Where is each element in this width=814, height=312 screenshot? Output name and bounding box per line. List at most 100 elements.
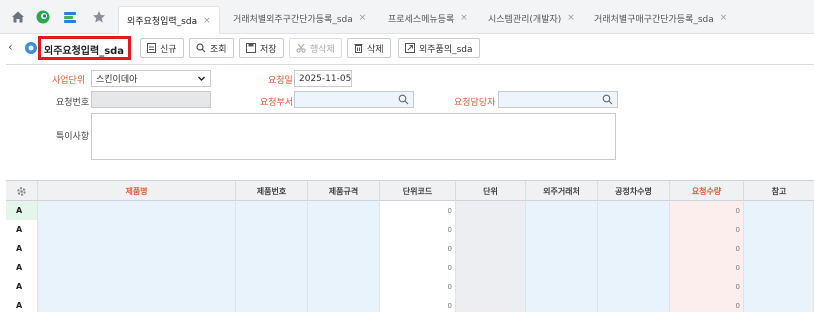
table-row[interactable]: A 0 0	[6, 239, 814, 258]
table-cell[interactable]: 0	[670, 258, 744, 277]
column-header[interactable]: 참고	[744, 181, 814, 201]
search-button[interactable]: 조회	[189, 38, 234, 58]
table-cell[interactable]	[38, 277, 236, 296]
new-button[interactable]: 신규	[140, 38, 184, 58]
table-cell[interactable]	[526, 277, 598, 296]
requester-input[interactable]	[498, 91, 618, 108]
table-cell[interactable]: 0	[670, 277, 744, 296]
table-cell[interactable]	[598, 258, 670, 277]
table-cell[interactable]	[744, 296, 814, 312]
table-cell[interactable]	[456, 296, 526, 312]
table-cell[interactable]	[236, 239, 308, 258]
table-cell[interactable]: 0	[670, 201, 744, 220]
table-cell[interactable]	[456, 239, 526, 258]
table-cell[interactable]	[526, 201, 598, 220]
search-icon[interactable]	[398, 94, 409, 105]
home-icon[interactable]	[10, 9, 26, 25]
grid-settings-button[interactable]	[6, 181, 38, 201]
table-cell[interactable]: 0	[380, 239, 456, 258]
column-header[interactable]: 제품번호	[236, 181, 308, 201]
tab-outsourcing-request[interactable]: 외주요청입력_sda ×	[118, 6, 220, 34]
table-cell[interactable]	[598, 277, 670, 296]
tab-vendor-purchase-price[interactable]: 거래처별구매구간단가등록_sda ×	[586, 7, 735, 29]
table-cell[interactable]	[598, 239, 670, 258]
table-cell[interactable]: 0	[670, 239, 744, 258]
request-date-input[interactable]: 2025-11-05	[294, 70, 352, 87]
table-cell[interactable]	[744, 201, 814, 220]
tab-system-admin[interactable]: 시스템관리(개발자) ×	[480, 7, 583, 29]
close-icon[interactable]: ×	[359, 13, 367, 23]
table-cell[interactable]	[526, 258, 598, 277]
table-cell[interactable]	[598, 220, 670, 239]
table-row[interactable]: A 0 0	[6, 277, 814, 296]
table-cell[interactable]	[308, 201, 380, 220]
row-status-marker[interactable]: A	[6, 277, 38, 296]
business-unit-select[interactable]: 스킨이데아	[91, 70, 211, 87]
column-header[interactable]: 외주거래처	[526, 181, 598, 201]
table-cell[interactable]	[456, 220, 526, 239]
table-row[interactable]: A 0 0	[6, 258, 814, 277]
table-cell[interactable]	[236, 258, 308, 277]
row-status-marker[interactable]: A	[6, 258, 38, 277]
row-status-marker[interactable]: A	[6, 201, 38, 220]
table-cell[interactable]: 0	[380, 258, 456, 277]
table-cell[interactable]	[38, 296, 236, 312]
tab-vendor-outsource-price[interactable]: 거래처별외주구간단가등록_sda ×	[225, 7, 374, 29]
close-icon[interactable]: ×	[720, 13, 728, 23]
table-cell[interactable]: 0	[670, 296, 744, 312]
table-cell[interactable]	[744, 220, 814, 239]
table-cell[interactable]	[598, 201, 670, 220]
back-chevron-icon[interactable]: ‹	[8, 40, 13, 54]
close-icon[interactable]: ×	[203, 16, 211, 26]
close-icon[interactable]: ×	[567, 13, 575, 23]
table-cell[interactable]	[456, 201, 526, 220]
table-cell[interactable]	[308, 220, 380, 239]
column-header[interactable]: 제품규격	[308, 181, 380, 201]
table-cell[interactable]	[38, 258, 236, 277]
table-cell[interactable]	[308, 258, 380, 277]
close-icon[interactable]: ×	[460, 13, 468, 23]
table-cell[interactable]: 0	[670, 220, 744, 239]
table-cell[interactable]	[526, 220, 598, 239]
table-row[interactable]: A 0 0	[6, 296, 814, 312]
table-cell[interactable]: 0	[380, 220, 456, 239]
row-status-marker[interactable]: A	[6, 220, 38, 239]
table-cell[interactable]	[598, 296, 670, 312]
request-dept-input[interactable]	[294, 91, 414, 108]
table-cell[interactable]	[744, 239, 814, 258]
remarks-textarea[interactable]	[91, 113, 616, 160]
table-cell[interactable]	[456, 258, 526, 277]
column-header[interactable]: 요청수량	[670, 181, 744, 201]
row-status-marker[interactable]: A	[6, 296, 38, 312]
outsource-item-button[interactable]: 외주품의_sda	[398, 38, 480, 58]
table-cell[interactable]	[308, 239, 380, 258]
table-cell[interactable]	[236, 296, 308, 312]
row-delete-button[interactable]: 행삭제	[289, 38, 342, 58]
column-header[interactable]: 단위	[456, 181, 526, 201]
table-cell[interactable]	[526, 239, 598, 258]
search-icon[interactable]	[602, 94, 613, 105]
column-header[interactable]: 제품명	[38, 181, 236, 201]
table-cell[interactable]: 0	[380, 277, 456, 296]
table-cell[interactable]	[308, 296, 380, 312]
table-cell[interactable]	[236, 277, 308, 296]
table-cell[interactable]: 0	[380, 201, 456, 220]
table-cell[interactable]	[308, 277, 380, 296]
row-status-marker[interactable]: A	[6, 239, 38, 258]
column-header[interactable]: 단위코드	[380, 181, 456, 201]
table-cell[interactable]	[38, 220, 236, 239]
column-header[interactable]: 공정차수명	[598, 181, 670, 201]
menu-app-icon[interactable]	[62, 9, 78, 25]
favorites-star-icon[interactable]	[91, 9, 107, 25]
delete-button[interactable]: 삭제	[347, 38, 391, 58]
table-cell[interactable]	[38, 239, 236, 258]
table-cell[interactable]	[744, 258, 814, 277]
table-cell[interactable]	[744, 277, 814, 296]
table-row[interactable]: A 0 0	[6, 201, 814, 220]
save-button[interactable]: 저장	[239, 38, 284, 58]
tab-process-menu[interactable]: 프로세스메뉴등록 ×	[380, 7, 476, 29]
table-row[interactable]: A 0 0	[6, 220, 814, 239]
table-cell[interactable]	[526, 296, 598, 312]
table-cell[interactable]	[456, 277, 526, 296]
table-cell[interactable]: 0	[380, 296, 456, 312]
